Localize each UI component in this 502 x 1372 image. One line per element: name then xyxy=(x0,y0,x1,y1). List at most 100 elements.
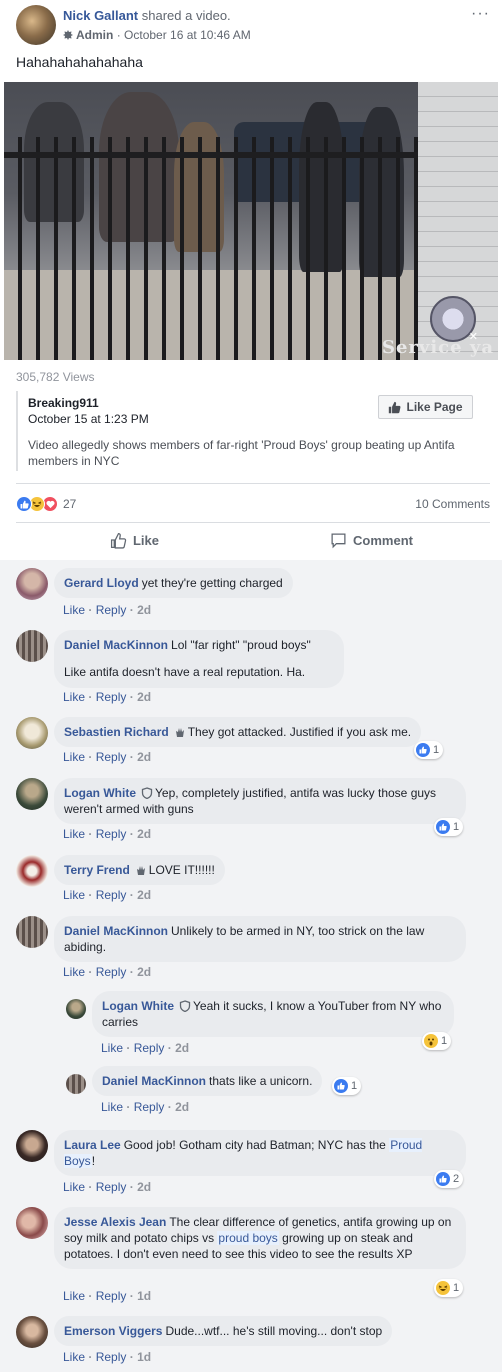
commenter-name[interactable]: Jesse Alexis Jean xyxy=(64,1215,166,1229)
comment-like-link[interactable]: Like xyxy=(63,827,85,841)
commenter-avatar[interactable] xyxy=(16,855,48,887)
comment-like-link[interactable]: Like xyxy=(63,750,85,764)
commenter-name[interactable]: Terry Frend xyxy=(64,863,130,877)
video-player[interactable]: Service ya ✕ xyxy=(4,82,498,360)
commenter-avatar[interactable] xyxy=(16,1130,48,1162)
comment-reactions[interactable]: 2 xyxy=(434,1170,464,1188)
comment-reply-link[interactable]: Reply xyxy=(96,1180,127,1194)
comment-like-link[interactable]: Like xyxy=(63,888,85,902)
commenter-avatar[interactable] xyxy=(66,999,86,1019)
separator-dot: · xyxy=(129,888,134,902)
comment-like-link[interactable]: Like xyxy=(101,1100,123,1114)
separator-dot: · xyxy=(126,1041,131,1055)
comment-like-link[interactable]: Like xyxy=(63,1180,85,1194)
comment-time[interactable]: 2d xyxy=(137,827,151,841)
comment-time[interactable]: 1d xyxy=(137,1289,151,1303)
commenter-avatar[interactable] xyxy=(16,1207,48,1239)
video-gate-rail xyxy=(4,152,424,158)
post-timestamp[interactable]: October 16 at 10:46 AM xyxy=(124,28,251,42)
commenter-name[interactable]: Gerard Lloyd xyxy=(64,576,139,590)
commenter-avatar[interactable] xyxy=(16,778,48,810)
commenter-name[interactable]: Daniel MacKinnon xyxy=(102,1074,206,1088)
commenter-name[interactable]: Logan White xyxy=(102,999,174,1013)
reactions-summary[interactable]: 27 xyxy=(16,496,76,512)
author-avatar[interactable] xyxy=(16,5,56,45)
commenter-name[interactable]: Logan White xyxy=(64,786,136,800)
comment-bubble: Logan White Yeah it sucks, I know a YouTu… xyxy=(92,991,454,1037)
author-name[interactable]: Nick Gallant xyxy=(63,8,138,23)
comment-like-link[interactable]: Like xyxy=(63,965,85,979)
comment-actions: Like · Reply · 1d xyxy=(63,1350,151,1364)
comment-reaction-count: 1 xyxy=(453,1282,460,1294)
comment-reactions[interactable]: 1 xyxy=(332,1077,362,1095)
comment-text: Dude...wtf... he's still moving... don't… xyxy=(165,1324,383,1338)
rising-fan-badge-icon xyxy=(136,866,145,875)
comments-count-link[interactable]: 10 Comments xyxy=(415,497,490,511)
like-button[interactable]: Like xyxy=(16,527,253,553)
like-page-button[interactable]: Like Page xyxy=(378,395,473,419)
comment-reply-link[interactable]: Reply xyxy=(96,690,127,704)
comment-like-link[interactable]: Like xyxy=(63,1289,85,1303)
comment-bubble: Sebastien Richard They got attacked. Just… xyxy=(54,717,422,747)
commenter-name[interactable]: Emerson Viggers xyxy=(64,1324,162,1338)
comment-like-link[interactable]: Like xyxy=(101,1041,123,1055)
hashtag-link[interactable]: proud boys xyxy=(217,1231,279,1245)
post-text: Hahahahahahahaha xyxy=(16,54,143,70)
comment-actions: Like · Reply · 2d xyxy=(63,603,151,617)
comment-reply-link[interactable]: Reply xyxy=(134,1041,165,1055)
commenter-avatar[interactable] xyxy=(16,568,48,600)
comment-like-link[interactable]: Like xyxy=(63,1350,85,1364)
comment-reply-link[interactable]: Reply xyxy=(134,1100,165,1114)
comment-time[interactable]: 2d xyxy=(175,1100,189,1114)
comment-reply-link[interactable]: Reply xyxy=(96,827,127,841)
separator-dot: · xyxy=(88,827,93,841)
comment-time[interactable]: 2d xyxy=(137,888,151,902)
commenter-avatar[interactable] xyxy=(16,916,48,948)
shared-source-name[interactable]: Breaking911 xyxy=(28,396,99,410)
commenter-name[interactable]: Sebastien Richard xyxy=(64,725,169,739)
comment-time[interactable]: 2d xyxy=(137,965,151,979)
commenter-name[interactable]: Laura Lee xyxy=(64,1138,121,1152)
comment-reactions[interactable]: 1 xyxy=(414,741,444,759)
admin-label: Admin xyxy=(76,28,114,42)
commenter-name[interactable]: Daniel MacKinnon xyxy=(64,924,168,938)
comment-reactions[interactable]: 1 xyxy=(434,818,464,836)
comment-actions: Like · Reply · 2d xyxy=(63,965,151,979)
comment-time[interactable]: 1d xyxy=(137,1350,151,1364)
shared-date[interactable]: October 15 at 1:23 PM xyxy=(28,412,149,426)
commenter-avatar[interactable] xyxy=(16,717,48,749)
comment-reaction-count: 2 xyxy=(453,1173,460,1185)
comment-reply-link[interactable]: Reply xyxy=(96,1289,127,1303)
comment-reply-link[interactable]: Reply xyxy=(96,888,127,902)
comment-reactions[interactable]: 1 xyxy=(422,1032,452,1050)
like-reaction-icon xyxy=(416,743,430,757)
comment-reply-link[interactable]: Reply xyxy=(96,965,127,979)
reaction-count: 27 xyxy=(63,497,77,511)
comment-time[interactable]: 2d xyxy=(137,750,151,764)
comment-reactions[interactable]: 1 xyxy=(434,1279,464,1297)
comment-time[interactable]: 2d xyxy=(137,690,151,704)
commenter-avatar[interactable] xyxy=(16,1316,48,1348)
comment-text: thats like a unicorn. xyxy=(209,1074,313,1088)
like-button-label: Like xyxy=(132,532,159,548)
comment-time[interactable]: 2d xyxy=(137,603,151,617)
comment-time[interactable]: 2d xyxy=(175,1041,189,1055)
comment-bubble: Emerson Viggers Dude...wtf... he's still … xyxy=(54,1316,393,1346)
comment-time[interactable]: 2d xyxy=(137,1180,151,1194)
comment-reply-link[interactable]: Reply xyxy=(96,1350,127,1364)
video-close-icon[interactable]: ✕ xyxy=(469,330,478,343)
commenter-avatar[interactable] xyxy=(66,1074,86,1094)
separator-dot: · xyxy=(129,750,134,764)
comment-button[interactable]: Comment xyxy=(253,527,490,553)
video-views: 305,782 Views xyxy=(16,370,95,384)
like-reaction-icon xyxy=(334,1079,348,1093)
comment-like-link[interactable]: Like xyxy=(63,690,85,704)
commenter-avatar[interactable] xyxy=(16,630,48,662)
comment-like-link[interactable]: Like xyxy=(63,603,85,617)
more-options-icon[interactable]: ··· xyxy=(471,5,490,23)
comment-reply-link[interactable]: Reply xyxy=(96,750,127,764)
like-reaction-icon xyxy=(436,820,450,834)
comment-reply-link[interactable]: Reply xyxy=(96,603,127,617)
commenter-name[interactable]: Daniel MacKinnon xyxy=(64,638,168,652)
separator-dot: · xyxy=(129,827,134,841)
